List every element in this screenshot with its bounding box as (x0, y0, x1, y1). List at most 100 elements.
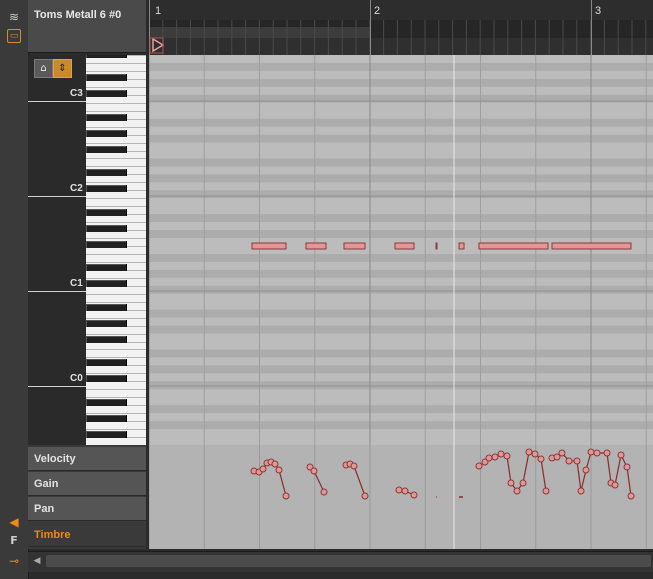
black-key[interactable] (86, 399, 127, 406)
piano-keys[interactable] (86, 55, 146, 445)
key-divider (86, 127, 146, 128)
automation-point (310, 467, 318, 475)
black-key[interactable] (86, 55, 127, 58)
key-divider (86, 318, 146, 319)
black-key[interactable] (86, 415, 127, 422)
automation-point (395, 486, 403, 494)
pointer-tool-icon[interactable]: ⌂ (34, 59, 53, 78)
automation-point (611, 481, 619, 489)
key-divider (86, 278, 146, 279)
black-key[interactable] (86, 431, 127, 438)
grid-row (149, 230, 653, 239)
clip-title: Toms Metall 6 #0 (34, 9, 122, 21)
automation-point (603, 449, 611, 457)
black-key[interactable] (86, 304, 127, 311)
black-key[interactable] (86, 241, 127, 248)
layers-icon[interactable]: ≋ (6, 9, 22, 25)
speaker-icon[interactable]: ◀ (6, 514, 22, 530)
grid-row (149, 55, 653, 63)
grid-row (149, 174, 653, 183)
midi-note (305, 242, 327, 250)
black-key[interactable] (86, 225, 127, 232)
grid-row (149, 261, 653, 270)
black-key[interactable] (86, 146, 127, 153)
lane-gain[interactable]: Gain (28, 472, 146, 496)
grid-row (149, 206, 653, 215)
automation-point (275, 466, 283, 474)
grid-row (149, 421, 653, 430)
grid-row (149, 381, 653, 390)
black-key[interactable] (86, 264, 127, 271)
bar-number-2: 2 (374, 5, 381, 17)
automation-point (525, 448, 533, 456)
automation-point (259, 465, 267, 473)
key-divider (86, 429, 146, 430)
automation-point (587, 448, 595, 456)
black-key[interactable] (86, 169, 127, 176)
expression-lane-selector: Velocity Gain Pan Timbre (28, 445, 146, 549)
grid-row (149, 389, 653, 398)
clip-icon[interactable]: ▭ (7, 29, 21, 43)
grid-row (149, 349, 653, 358)
key-divider (86, 63, 146, 64)
black-key[interactable] (86, 209, 127, 216)
automation-point (537, 455, 545, 463)
automation-curve (253, 461, 287, 497)
automation-point (507, 479, 515, 487)
black-key[interactable] (86, 320, 127, 327)
lane-timbre[interactable]: Timbre (28, 523, 146, 547)
grid-row (149, 190, 653, 199)
clip-header (28, 0, 146, 53)
note-grid-canvas[interactable] (149, 55, 653, 445)
grid-row (149, 102, 653, 111)
key-divider (86, 111, 146, 112)
automation-point (410, 491, 418, 499)
expression-lane[interactable] (149, 445, 653, 549)
timeline-ruler[interactable]: 1 2 3 (149, 0, 653, 55)
grid-row (149, 62, 653, 71)
automation-point (623, 463, 631, 471)
grid-row (149, 357, 653, 366)
black-key[interactable] (86, 336, 127, 343)
piano-keyboard[interactable]: C3 C2 C1 C0 (28, 55, 146, 445)
octave-label-c1: C1 (70, 278, 83, 289)
automation-point (350, 462, 358, 470)
automation-point (627, 492, 635, 500)
automation-point (593, 449, 601, 457)
scroll-left-icon[interactable]: ◀ (30, 554, 44, 568)
black-key[interactable] (86, 375, 127, 382)
grid-row (149, 134, 653, 143)
black-key[interactable] (86, 114, 127, 121)
black-key[interactable] (86, 280, 127, 287)
automation-point (401, 487, 409, 495)
automation-point (503, 452, 511, 460)
grid-row (149, 253, 653, 262)
grid-row (149, 429, 653, 438)
note-grid[interactable] (149, 55, 653, 445)
grid-row (149, 365, 653, 374)
key-divider (86, 222, 146, 223)
lane-velocity[interactable]: Velocity (28, 447, 146, 471)
bar-number-1: 1 (155, 5, 162, 17)
key-divider (86, 198, 146, 199)
grid-row (149, 397, 653, 406)
grid-row (149, 325, 653, 334)
expression-lane-canvas[interactable] (149, 445, 653, 549)
black-key[interactable] (86, 185, 127, 192)
key-divider (86, 238, 146, 239)
zoom-tool-icon[interactable]: ⇕ (53, 59, 72, 78)
key-divider (86, 373, 146, 374)
black-key[interactable] (86, 74, 127, 81)
f-icon[interactable]: F (6, 533, 22, 549)
black-key[interactable] (86, 90, 127, 97)
automation-point (475, 462, 483, 470)
midi-note (458, 242, 465, 250)
black-key[interactable] (86, 130, 127, 137)
automation-point (519, 479, 527, 487)
key-icon[interactable]: ⊸ (6, 553, 22, 569)
key-divider (86, 349, 146, 350)
scrollbar-thumb[interactable] (46, 555, 651, 567)
automation-point (565, 457, 573, 465)
black-key[interactable] (86, 359, 127, 366)
lane-pan[interactable]: Pan (28, 497, 146, 521)
